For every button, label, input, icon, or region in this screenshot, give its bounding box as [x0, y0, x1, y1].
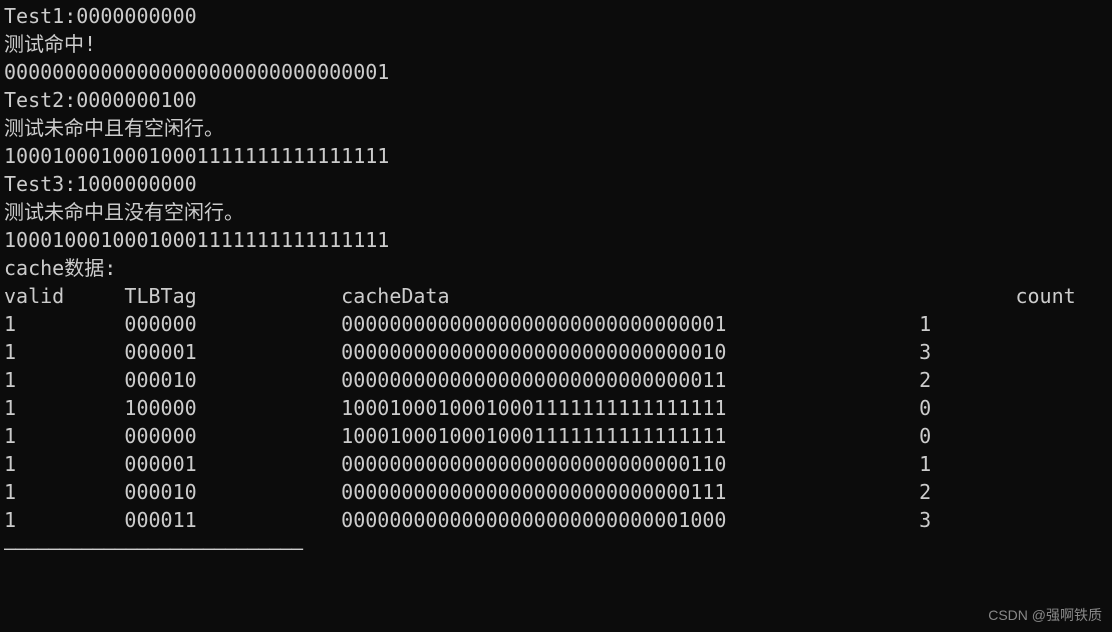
test1-header: Test1:0000000000 — [4, 2, 1108, 30]
test3-message: 测试未命中且没有空闲行。 — [4, 198, 1108, 226]
separator-line: ——————————————————————————— — [4, 534, 1108, 562]
test1-data: 00000000000000000000000000000001 — [4, 58, 1108, 86]
table-row: 1 000000 0000000000000000000000000000000… — [4, 310, 1108, 338]
table-header: valid TLBTag cacheData count — [4, 282, 1108, 310]
table-body: 1 000000 0000000000000000000000000000000… — [4, 310, 1108, 534]
table-row: 1 000010 0000000000000000000000000000011… — [4, 478, 1108, 506]
table-row: 1 000000 1000100010001000111111111111111… — [4, 422, 1108, 450]
test1-message: 测试命中! — [4, 30, 1108, 58]
test3-header: Test3:1000000000 — [4, 170, 1108, 198]
test2-data: 10001000100010001111111111111111 — [4, 142, 1108, 170]
watermark: CSDN @强啊铁质 — [988, 606, 1102, 626]
table-row: 1 100000 1000100010001000111111111111111… — [4, 394, 1108, 422]
table-row: 1 000010 0000000000000000000000000000001… — [4, 366, 1108, 394]
cache-title: cache数据: — [4, 254, 1108, 282]
table-row: 1 000001 0000000000000000000000000000001… — [4, 338, 1108, 366]
test2-header: Test2:0000000100 — [4, 86, 1108, 114]
test2-message: 测试未命中且有空闲行。 — [4, 114, 1108, 142]
table-row: 1 000011 0000000000000000000000000000100… — [4, 506, 1108, 534]
table-row: 1 000001 0000000000000000000000000000011… — [4, 450, 1108, 478]
test3-data: 10001000100010001111111111111111 — [4, 226, 1108, 254]
